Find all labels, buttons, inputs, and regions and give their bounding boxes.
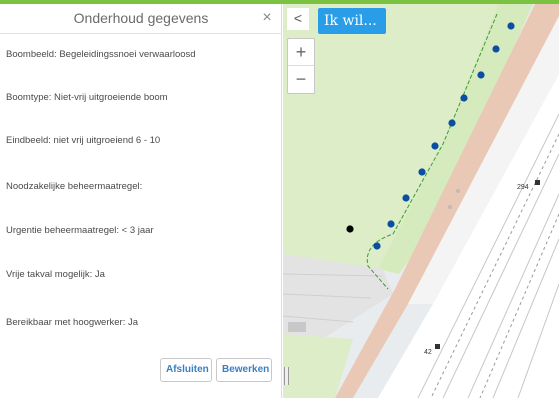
tree-dot <box>507 22 515 30</box>
close-icon[interactable]: × <box>259 8 275 28</box>
panel-header: Onderhoud gegevens × <box>0 4 282 34</box>
tree-dot <box>373 242 381 250</box>
tree-dot <box>448 119 456 127</box>
small-marker <box>456 189 460 193</box>
field-vrije-takval: Vrije takval mogelijk: Ja <box>6 269 105 280</box>
parking-sign <box>288 322 306 332</box>
ik-wil-button[interactable]: Ik wil... <box>318 8 386 34</box>
edit-button[interactable]: Bewerken <box>216 358 272 382</box>
panel-resize-handle[interactable] <box>284 367 289 385</box>
map-canvas <box>283 4 559 398</box>
field-boomtype: Boomtype: Niet-vrij uitgroeiende boom <box>6 92 168 103</box>
tree-dot <box>402 194 410 202</box>
field-boombeeld: Boombeeld: Begeleidingssnoei verwaarloos… <box>6 49 196 60</box>
close-button[interactable]: Afsluiten <box>160 358 212 382</box>
field-urgentie: Urgentie beheermaatregel: < 3 jaar <box>6 225 154 236</box>
zoom-in-button[interactable]: + <box>288 39 314 66</box>
collapse-panel-button[interactable]: < <box>287 8 309 30</box>
tree-dot <box>460 94 468 102</box>
house-number-label: 294 <box>517 184 529 191</box>
field-eindbeeld: Eindbeeld: niet vrij uitgroeiend 6 - 10 <box>6 135 161 146</box>
building-marker <box>535 180 540 185</box>
house-number-label: 42 <box>424 349 432 356</box>
map-view[interactable]: 294 42 <box>283 4 559 398</box>
building-marker <box>435 344 440 349</box>
selected-tree-dot <box>346 225 354 233</box>
tree-dot <box>477 71 485 79</box>
zoom-out-button[interactable]: − <box>288 66 314 93</box>
tree-dot <box>431 142 439 150</box>
tree-dot <box>418 168 426 176</box>
field-beheermaatregel: Noodzakelijke beheermaatregel: <box>6 181 143 192</box>
tree-dot <box>492 45 500 53</box>
field-hoogwerker: Bereikbaar met hoogwerker: Ja <box>6 317 139 328</box>
small-marker <box>448 205 452 209</box>
maintenance-details-panel: Onderhoud gegevens × Boombeeld: Begeleid… <box>0 4 282 398</box>
tree-dot <box>387 220 395 228</box>
panel-title: Onderhoud gegevens <box>73 10 209 26</box>
zoom-control: + − <box>287 38 315 94</box>
